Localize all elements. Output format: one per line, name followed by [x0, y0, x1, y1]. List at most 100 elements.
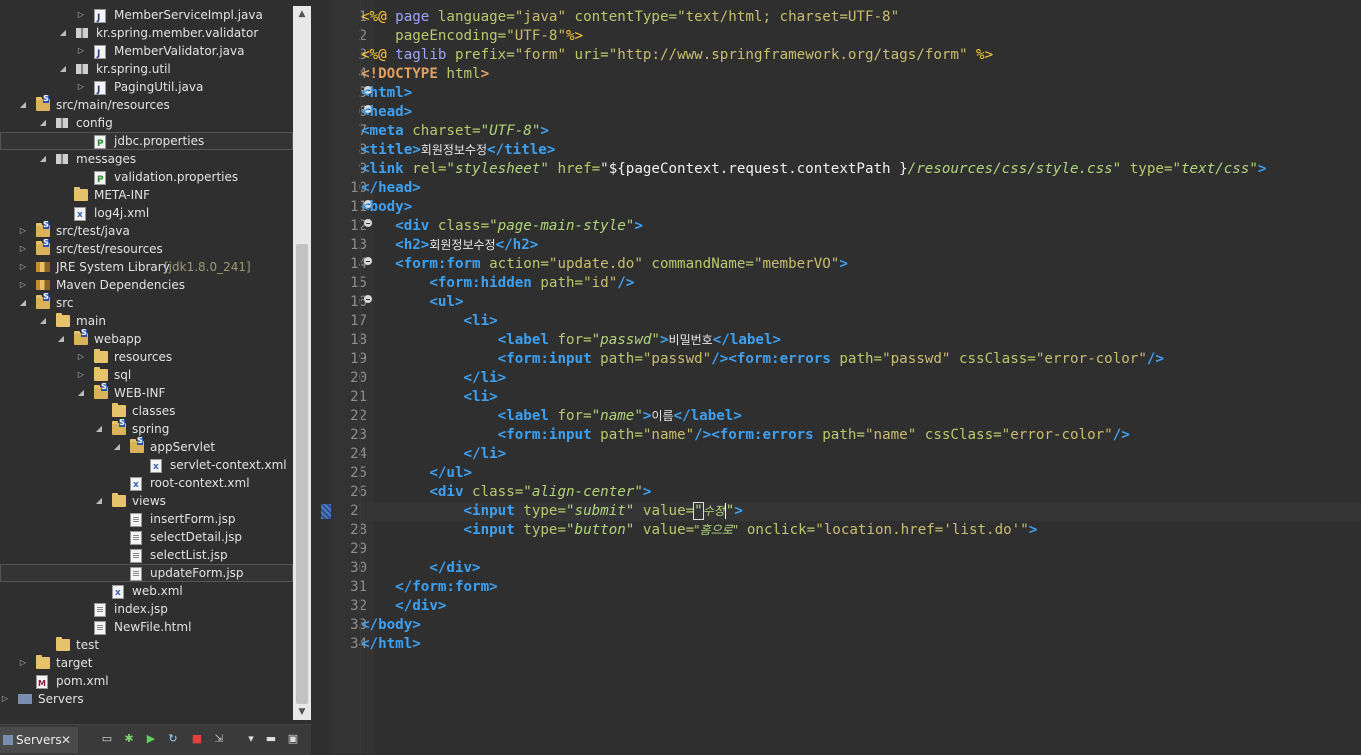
minimize-icon[interactable]: ▬: [264, 732, 278, 746]
code-line-20[interactable]: </li>: [361, 369, 506, 388]
tree-item[interactable]: validation.properties: [0, 168, 293, 189]
stop-server-icon[interactable]: ■: [190, 732, 204, 746]
collapse-all-icon[interactable]: ▭: [100, 732, 114, 746]
debug-server-icon[interactable]: ✱: [122, 732, 136, 746]
tree-item[interactable]: ◢spring: [0, 419, 293, 438]
expanded-arrow-icon[interactable]: ◢: [56, 330, 66, 348]
tree-item[interactable]: ▷ MemberValidator.java: [0, 42, 293, 63]
code-line-3[interactable]: <%@ taglib prefix="form" uri="http://www…: [361, 46, 993, 65]
tree-item[interactable]: root-context.xml: [0, 474, 293, 494]
code-editor[interactable]: 1 2 3 4 5 6 7 8 9 10 11 12 13 14 15 16 17 18 19 20 21 22 23 24 2…: [316, 0, 1361, 754]
tree-item[interactable]: ◢ config: [0, 114, 293, 132]
code-line-23[interactable]: <form:input path="name"/><form:errors pa…: [361, 426, 1130, 445]
tree-item[interactable]: insertForm.jsp: [0, 510, 293, 528]
code-line-25[interactable]: </ul>: [361, 464, 472, 483]
collapsed-arrow-icon[interactable]: ▷: [18, 240, 28, 258]
expanded-arrow-icon[interactable]: ◢: [18, 96, 28, 114]
tree-item[interactable]: selectDetail.jsp: [0, 528, 293, 546]
tree-item[interactable]: META-INF: [0, 186, 293, 204]
tree-item[interactable]: updateForm.jsp: [0, 564, 293, 582]
collapsed-arrow-icon[interactable]: ▷: [76, 366, 86, 384]
code-line-8[interactable]: <title>회원정보수정</title>: [361, 141, 555, 160]
tree-item[interactable]: ▷ target: [0, 654, 293, 672]
tree-item[interactable]: ◢ kr.spring.util: [0, 60, 293, 78]
tree-item[interactable]: ▷ Servers: [0, 690, 293, 708]
code-line-11[interactable]: <body>: [361, 198, 412, 217]
scroll-down-arrow-icon[interactable]: ▼: [293, 704, 311, 720]
tree-item[interactable]: index.jsp: [0, 600, 293, 618]
code-line-5[interactable]: <html>: [361, 84, 412, 103]
code-line-31[interactable]: </form:form>: [361, 578, 498, 597]
code-line-16[interactable]: <ul>: [361, 293, 463, 312]
code-line-2[interactable]: pageEncoding="UTF-8"%>: [361, 27, 583, 46]
collapsed-arrow-icon[interactable]: ▷: [76, 42, 86, 60]
code-line-6[interactable]: <head>: [361, 103, 412, 122]
tree-item[interactable]: ▷ src/test/resources: [0, 239, 293, 258]
code-line-17[interactable]: <li>: [361, 312, 497, 331]
expanded-arrow-icon[interactable]: ◢: [38, 114, 48, 132]
code-line-9[interactable]: <link rel="stylesheet" href="${pageConte…: [361, 160, 1266, 179]
code-line-34[interactable]: </html>: [361, 635, 421, 654]
code-line-30[interactable]: </div>: [361, 559, 480, 578]
tree-item[interactable]: ▷ MemberServiceImpl.java: [0, 6, 293, 27]
collapsed-arrow-icon[interactable]: ▷: [76, 348, 86, 366]
code-line-27[interactable]: <input type="submit" value="수정">: [361, 502, 1361, 521]
expanded-arrow-icon[interactable]: ◢: [112, 438, 122, 456]
publish-icon[interactable]: ⇲: [212, 732, 226, 746]
tree-item[interactable]: ◢ WEB-INF: [0, 383, 293, 402]
close-icon[interactable]: ✕: [61, 727, 71, 753]
tree-item[interactable]: servlet-context.xml: [0, 456, 293, 476]
code-line-32[interactable]: </div>: [361, 597, 446, 616]
code-line-10[interactable]: </head>: [361, 179, 421, 198]
tab-servers[interactable]: Servers ✕: [0, 727, 78, 753]
expanded-arrow-icon[interactable]: ◢: [58, 24, 68, 42]
tree-item[interactable]: web.xml: [0, 582, 293, 602]
tree-item[interactable]: ◢ src/main/resources: [0, 95, 293, 114]
tree-item[interactable]: jdbc.properties: [0, 132, 293, 153]
tree-item[interactable]: test: [0, 636, 293, 654]
expanded-arrow-icon[interactable]: ◢: [38, 312, 48, 330]
tree-item[interactable]: ◢ src: [0, 293, 293, 312]
expanded-arrow-icon[interactable]: ◢: [94, 492, 104, 510]
code-line-24[interactable]: </li>: [361, 445, 506, 464]
tree-item[interactable]: ◢ webapp: [0, 329, 293, 348]
code-line-4[interactable]: <!DOCTYPE html>: [361, 65, 489, 84]
code-line-15[interactable]: <form:hidden path="id"/>: [361, 274, 634, 293]
view-menu-icon[interactable]: ▾: [244, 732, 258, 746]
scrollbar-thumb[interactable]: [296, 244, 308, 704]
maximize-icon[interactable]: ▣: [286, 732, 300, 746]
code-line-13[interactable]: <h2>회원정보수정</h2>: [361, 236, 538, 255]
collapsed-arrow-icon[interactable]: ▷: [76, 78, 86, 96]
code-line-18[interactable]: <label for="passwd">비밀번호</label>: [361, 331, 781, 350]
tree-item[interactable]: ◢ kr.spring.member.validator: [0, 24, 293, 42]
tree-item[interactable]: ▷ JRE System Library [jdk1.8.0_241]: [0, 258, 293, 276]
start-server-icon[interactable]: ▶: [144, 732, 158, 746]
collapsed-arrow-icon[interactable]: ▷: [76, 6, 86, 24]
scroll-up-arrow-icon[interactable]: ▲: [293, 6, 311, 22]
expanded-arrow-icon[interactable]: ◢: [76, 384, 86, 402]
tree-item[interactable]: ◢ messages: [0, 150, 293, 168]
tree-item[interactable]: ▷ sql: [0, 366, 293, 384]
tree-item[interactable]: NewFile.html: [0, 618, 293, 636]
collapsed-arrow-icon[interactable]: ▷: [18, 258, 28, 276]
collapsed-arrow-icon[interactable]: ▷: [0, 690, 10, 708]
tree-item[interactable]: ◢ appServlet: [0, 437, 293, 456]
tree-item[interactable]: ◢ views: [0, 492, 293, 510]
tree-item[interactable]: ▷ resources: [0, 348, 293, 366]
expanded-arrow-icon[interactable]: ◢: [38, 150, 48, 168]
tree-item[interactable]: ◢ main: [0, 312, 293, 330]
collapsed-arrow-icon[interactable]: ▷: [18, 276, 28, 294]
code-line-33[interactable]: </body>: [361, 616, 421, 635]
tree-item[interactable]: selectList.jsp: [0, 546, 293, 564]
tree-item[interactable]: classes: [0, 402, 293, 420]
expanded-arrow-icon[interactable]: ◢: [94, 420, 104, 438]
code-line-21[interactable]: <li>: [361, 388, 497, 407]
code-line-28[interactable]: <input type="button" value="홈으로" onclick…: [361, 521, 1037, 540]
code-line-1[interactable]: <%@ page language="java" contentType="te…: [361, 8, 899, 27]
code-line-12[interactable]: <div class="page-main-style">: [361, 217, 643, 236]
expanded-arrow-icon[interactable]: ◢: [58, 60, 68, 78]
collapsed-arrow-icon[interactable]: ▷: [18, 222, 28, 240]
code-text-area[interactable]: <%@ page language="java" contentType="te…: [360, 0, 1361, 754]
collapsed-arrow-icon[interactable]: ▷: [18, 654, 28, 672]
tree-item[interactable]: pom.xml: [0, 672, 293, 693]
